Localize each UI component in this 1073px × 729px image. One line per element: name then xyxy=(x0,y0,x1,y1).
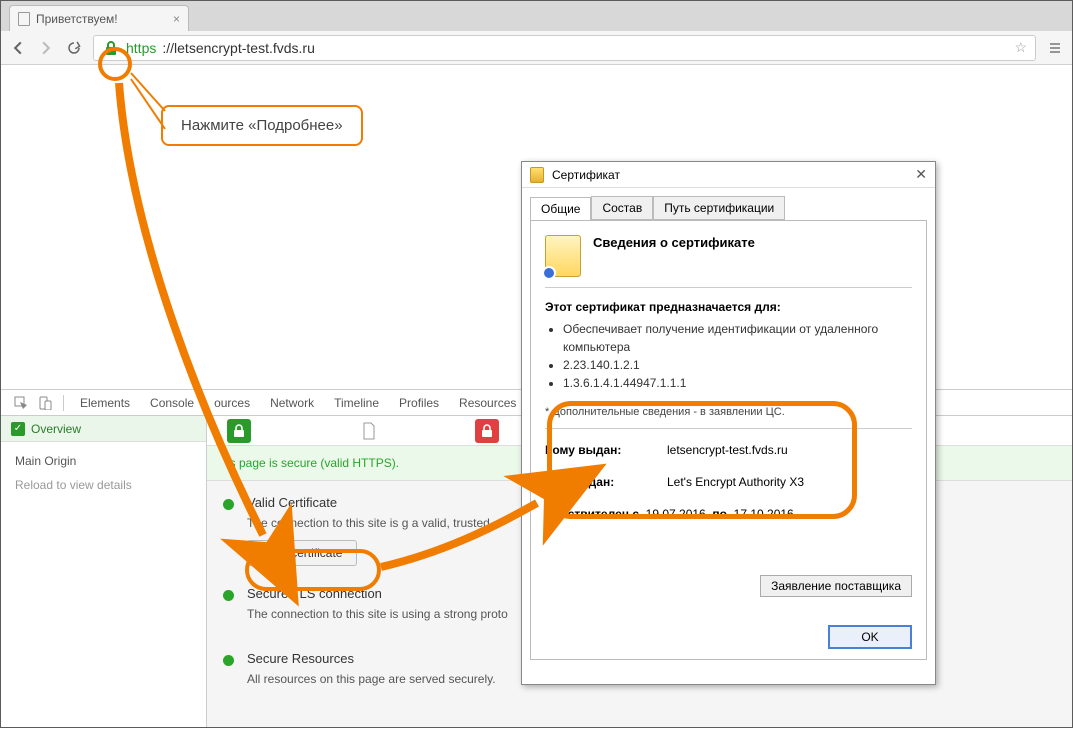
certificate-badge-icon xyxy=(545,235,581,277)
forward-button[interactable] xyxy=(37,39,55,57)
reload-hint: Reload to view details xyxy=(15,478,192,492)
tab-sources[interactable]: ources xyxy=(206,390,258,416)
reload-button[interactable] xyxy=(65,39,83,57)
lock-red-icon xyxy=(475,419,499,443)
main-origin-label: Main Origin xyxy=(15,454,192,468)
tab-title: Приветствуем! xyxy=(36,12,118,26)
ok-button[interactable]: OK xyxy=(828,625,912,649)
annotation-lock-highlight xyxy=(98,47,132,81)
green-dot-icon xyxy=(223,499,234,510)
cert-info-heading: Сведения о сертификате xyxy=(593,235,755,250)
green-dot-icon xyxy=(223,590,234,601)
cert-purpose-label: Этот сертификат предназначается для: xyxy=(545,300,912,314)
menu-button[interactable] xyxy=(1046,39,1064,57)
issuer-statement-button[interactable]: Заявление поставщика xyxy=(760,575,912,597)
url-host: ://letsencrypt-test.fvds.ru xyxy=(162,40,315,56)
green-dot-icon xyxy=(223,655,234,666)
bookmark-star-icon[interactable]: ☆ xyxy=(1014,39,1027,56)
tab-network[interactable]: Network xyxy=(262,390,322,416)
tab-elements[interactable]: Elements xyxy=(72,390,138,416)
cert-purpose-item: 1.3.6.1.4.1.44947.1.1.1 xyxy=(563,374,912,392)
annotation-view-cert-highlight xyxy=(245,549,381,591)
tab-timeline[interactable]: Timeline xyxy=(326,390,387,416)
tab-profiles[interactable]: Profiles xyxy=(391,390,447,416)
tab-close-icon[interactable]: × xyxy=(173,12,180,26)
cert-tabs: Общие Состав Путь сертификации xyxy=(522,188,935,220)
shield-icon: ✓ xyxy=(11,422,25,436)
url-scheme: https xyxy=(126,40,156,56)
tab-console[interactable]: Console xyxy=(142,390,202,416)
certificate-icon xyxy=(530,167,544,183)
overview-label: Overview xyxy=(31,422,81,436)
annotation-cert-fields-highlight xyxy=(547,401,857,519)
cert-purpose-item: Обеспечивает получение идентификации от … xyxy=(563,320,912,356)
cert-tab-details[interactable]: Состав xyxy=(591,196,653,220)
cert-purpose-item: 2.23.140.1.2.1 xyxy=(563,356,912,374)
address-bar[interactable]: https ://letsencrypt-test.fvds.ru ☆ xyxy=(93,35,1036,61)
page-icon xyxy=(18,12,30,26)
annotation-callout: Нажмите «Подробнее» xyxy=(161,105,363,146)
inspect-icon[interactable] xyxy=(11,396,31,410)
lock-green-icon xyxy=(227,419,251,443)
cert-dialog-titlebar: Сертификат ✕ xyxy=(522,162,935,188)
page-grey-icon xyxy=(357,419,381,443)
cert-dialog-title: Сертификат xyxy=(552,168,620,182)
cert-tab-general[interactable]: Общие xyxy=(530,197,591,221)
devtools-sidebar: ✓ Overview Main Origin Reload to view de… xyxy=(1,416,207,727)
cert-tab-path[interactable]: Путь сертификации xyxy=(653,196,785,220)
tab-resources[interactable]: Resources xyxy=(451,390,524,416)
browser-tabbar: Приветствуем! × xyxy=(1,1,1072,31)
back-button[interactable] xyxy=(9,39,27,57)
browser-tab[interactable]: Приветствуем! × xyxy=(9,5,189,31)
cert-purposes-list: Обеспечивает получение идентификации от … xyxy=(545,320,912,392)
device-icon[interactable] xyxy=(35,396,55,410)
overview-row[interactable]: ✓ Overview xyxy=(1,416,206,442)
close-icon[interactable]: ✕ xyxy=(915,166,927,183)
browser-toolbar: https ://letsencrypt-test.fvds.ru ☆ xyxy=(1,31,1072,65)
